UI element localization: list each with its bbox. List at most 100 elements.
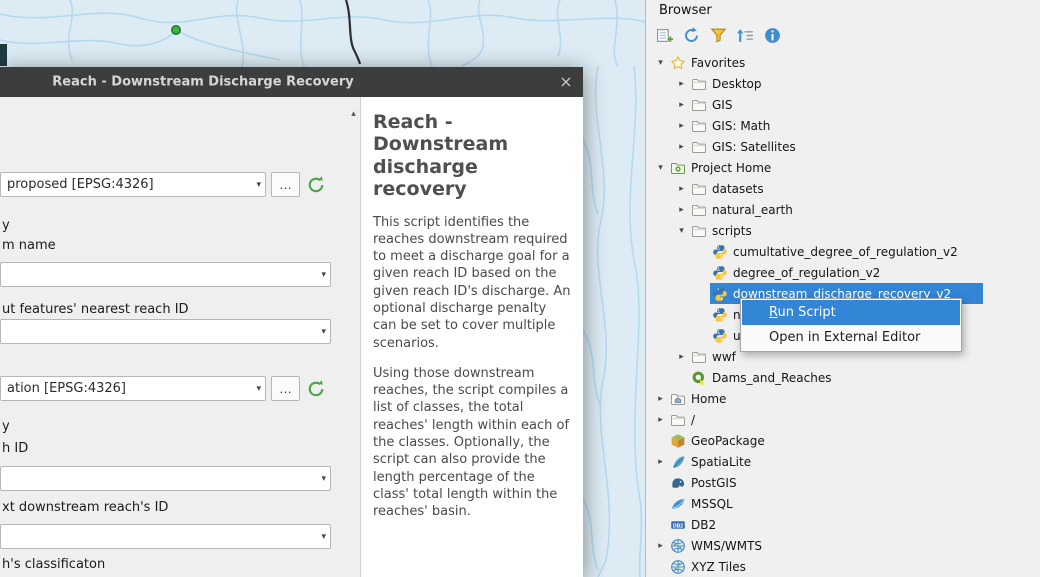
browse-button[interactable]: … [271,376,300,401]
tree-item-spatialite[interactable]: ▸SpatiaLite [647,451,1040,472]
collapsed-arrow-icon[interactable]: ▸ [653,415,668,425]
tree-item-label: GeoPackage [691,434,765,448]
field-label-classification: h's classificaton [2,557,105,572]
collapsed-arrow-icon[interactable]: ▸ [653,541,668,551]
form-scrollbar[interactable]: ▴ [347,107,360,167]
collapsed-arrow-icon[interactable]: ▸ [674,79,689,89]
menu-item-open-in-external-editor[interactable]: Open in External Editor [742,325,960,350]
tree-item-root-folder[interactable]: ▸/ [647,409,1040,430]
input-layer-combo[interactable]: proposed [EPSG:4326] ▾ [0,172,266,197]
tree-item-label: Home [691,392,726,406]
nearest-reach-combo[interactable]: ▾ [0,319,331,344]
expanded-arrow-icon[interactable]: ▾ [653,58,668,68]
close-icon[interactable]: × [555,69,577,95]
expanded-arrow-icon[interactable]: ▾ [653,163,668,173]
tree-item-content: wwf [689,346,740,367]
collapsed-arrow-icon[interactable]: ▸ [674,184,689,194]
project-home-icon [670,160,686,176]
tree-item-mssql[interactable]: MSSQL [647,493,1040,514]
tree-indent [647,209,674,210]
scroll-up-arrow-icon[interactable]: ▴ [347,107,360,121]
tree-indent [647,524,653,525]
field-label-next-downstream: xt downstream reach's ID [2,500,168,515]
tree-indent [647,188,674,189]
folder-icon [691,97,707,113]
collapse-all-icon[interactable] [736,26,755,45]
tree-item-gis-math[interactable]: ▸GIS: Math [647,115,1040,136]
chevron-down-icon: ▾ [245,180,265,190]
collapsed-arrow-icon[interactable]: ▸ [674,352,689,362]
qgis-window: Reach - Downstream Discharge Recovery × … [0,0,1040,577]
dialog-body: proposed [EPSG:4326] ▾ … y m name ▾ ut f… [0,97,583,577]
add-selected-layers-icon[interactable] [655,26,674,45]
location-layer-combo-value: ation [EPSG:4326] [1,381,245,396]
tree-item-label: WMS/WMTS [691,539,762,553]
tree-item-desktop[interactable]: ▸Desktop [647,73,1040,94]
refresh-icon[interactable] [682,26,701,45]
reach-id-combo[interactable]: ▾ [0,466,331,491]
tree-indent [647,482,653,483]
tree-item-content: scripts [689,220,756,241]
reload-layer-button[interactable] [303,172,329,197]
tree-item-geopackage[interactable]: GeoPackage [647,430,1040,451]
browse-button[interactable]: … [271,172,300,197]
tree-item-gis-satellites[interactable]: ▸GIS: Satellites [647,136,1040,157]
collapsed-arrow-icon[interactable]: ▸ [653,394,668,404]
collapsed-arrow-icon[interactable]: ▸ [674,142,689,152]
wms-icon [670,538,686,554]
tree-item-label: PostGIS [691,476,737,490]
collapsed-arrow-icon[interactable]: ▸ [674,121,689,131]
tree-item-content: DB2DB2 [668,514,720,535]
tree-item-script-cumultative[interactable]: cumultative_degree_of_regulation_v2 [647,241,1040,262]
next-downstream-combo[interactable]: ▾ [0,524,331,549]
tree-item-datasets[interactable]: ▸datasets [647,178,1040,199]
tree-item-label: cumultative_degree_of_regulation_v2 [733,245,958,259]
tree-item-script-degree[interactable]: degree_of_regulation_v2 [647,262,1040,283]
tree-item-project-home[interactable]: ▾Project Home [647,157,1040,178]
location-layer-combo[interactable]: ation [EPSG:4326] ▾ [0,376,266,401]
collapsed-arrow-icon[interactable]: ▸ [674,205,689,215]
tree-item-scripts[interactable]: ▾ scripts [647,220,1040,241]
properties-widget-icon[interactable] [763,26,782,45]
field-label-nearest-reach: ut features' nearest reach ID [2,302,189,317]
tree-item-gis[interactable]: ▸GIS [647,94,1040,115]
tree-item-label: MSSQL [691,497,733,511]
tree-indent [647,356,674,357]
reload-layer-button[interactable] [303,376,329,401]
collapsed-arrow-icon[interactable]: ▸ [674,100,689,110]
tree-indent [647,104,674,105]
tree-item-content: XYZ Tiles [668,556,750,577]
chevron-down-icon: ▾ [310,327,330,337]
filter-browser-icon[interactable] [709,26,728,45]
expanded-arrow-icon[interactable]: ▾ [674,226,689,236]
collapsed-arrow-icon[interactable]: ▸ [653,457,668,467]
svg-text:DB2: DB2 [673,523,683,529]
tree-item-label: scripts [712,224,752,238]
tree-item-postgis[interactable]: PostGIS [647,472,1040,493]
folder-icon [691,202,707,218]
tree-item-natural-earth[interactable]: ▸natural_earth [647,199,1040,220]
dialog-titlebar[interactable]: Reach - Downstream Discharge Recovery × [0,67,583,97]
tree-item-label: wwf [712,350,736,364]
tree-item-home[interactable]: ▸ Home [647,388,1040,409]
tree-item-db2[interactable]: DB2DB2 [647,514,1040,535]
tree-indent [647,314,695,315]
tree-indent [647,251,695,252]
tree-item-dams-and-reaches[interactable]: Dams_and_Reaches [647,367,1040,388]
reload-icon [306,175,326,195]
python-icon [712,265,728,281]
spatialite-icon [670,454,686,470]
help-pane: Reach - Downstream discharge recovery Th… [360,97,583,577]
tree-item-favorites[interactable]: ▾Favorites [647,52,1040,73]
menu-item-run-script[interactable]: Run Script [742,300,960,325]
tree-item-xyz[interactable]: XYZ Tiles [647,556,1040,577]
python-icon [712,244,728,260]
chevron-down-icon: ▾ [310,532,330,542]
tree-item-content: Home [668,388,730,409]
tree-item-wms[interactable]: ▸ WMS/WMTS [647,535,1040,556]
xyz-icon [670,559,686,575]
column-name-combo[interactable]: ▾ [0,262,331,287]
tree-item-content: GIS [689,94,736,115]
tree-item-label: degree_of_regulation_v2 [733,266,880,280]
tree-item-content: Favorites [668,52,749,73]
